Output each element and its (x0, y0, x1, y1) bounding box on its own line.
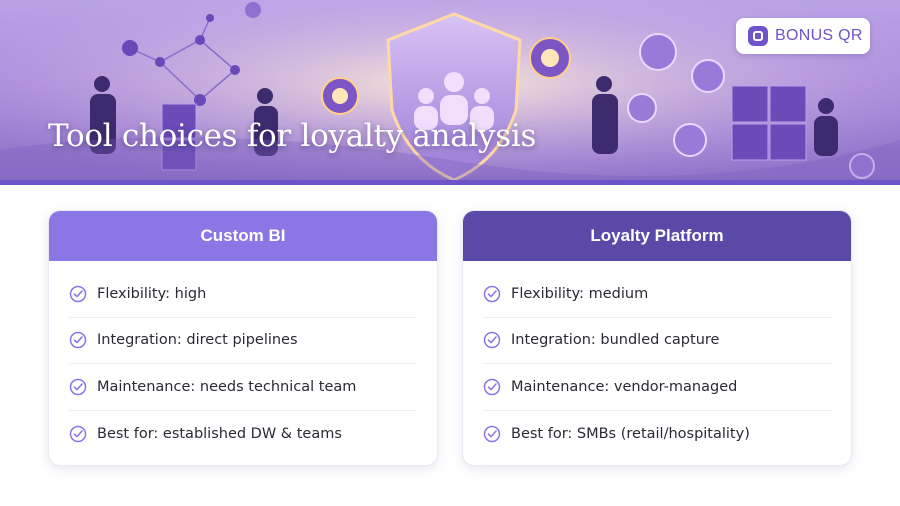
hero-banner: Tool choices for loyalty analysis BONUS … (0, 0, 900, 185)
card-custom-bi: Custom BI Flexibility: high Integration:… (48, 210, 438, 466)
list-item-text: Integration: bundled capture (511, 332, 720, 349)
list-item-text: Integration: direct pipelines (97, 332, 298, 349)
list-item: Best for: SMBs (retail/hospitality) (483, 411, 831, 458)
list-item: Integration: bundled capture (483, 318, 831, 364)
check-circle-icon (69, 378, 87, 395)
list-item-text: Best for: SMBs (retail/hospitality) (511, 425, 750, 442)
list-item: Flexibility: medium (483, 271, 831, 318)
feature-list: Flexibility: high Integration: direct pi… (49, 261, 437, 457)
card-loyalty-platform: Loyalty Platform Flexibility: medium Int… (462, 210, 852, 466)
hero-divider (0, 180, 900, 185)
check-circle-icon (69, 285, 87, 302)
card-title: Custom BI (49, 211, 437, 261)
card-title: Loyalty Platform (463, 211, 851, 261)
list-item: Maintenance: needs technical team (69, 364, 417, 411)
check-circle-icon (69, 332, 87, 349)
check-circle-icon (483, 378, 501, 395)
list-item-text: Best for: established DW & teams (97, 425, 342, 442)
list-item-text: Flexibility: medium (511, 285, 649, 302)
check-circle-icon (69, 425, 87, 442)
check-circle-icon (483, 332, 501, 349)
list-item: Flexibility: high (69, 271, 417, 318)
feature-list: Flexibility: medium Integration: bundled… (463, 261, 851, 457)
list-item-text: Flexibility: high (97, 285, 207, 302)
check-circle-icon (483, 285, 501, 302)
bonus-qr-logo-icon (748, 26, 768, 46)
check-circle-icon (483, 425, 501, 442)
list-item-text: Maintenance: needs technical team (97, 378, 357, 395)
page-title: Tool choices for loyalty analysis (48, 118, 537, 154)
brand-name: BONUS QR (775, 27, 863, 44)
list-item: Best for: established DW & teams (69, 411, 417, 458)
list-item: Integration: direct pipelines (69, 318, 417, 364)
list-item-text: Maintenance: vendor-managed (511, 378, 738, 395)
list-item: Maintenance: vendor-managed (483, 364, 831, 411)
brand-badge: BONUS QR (736, 18, 870, 54)
